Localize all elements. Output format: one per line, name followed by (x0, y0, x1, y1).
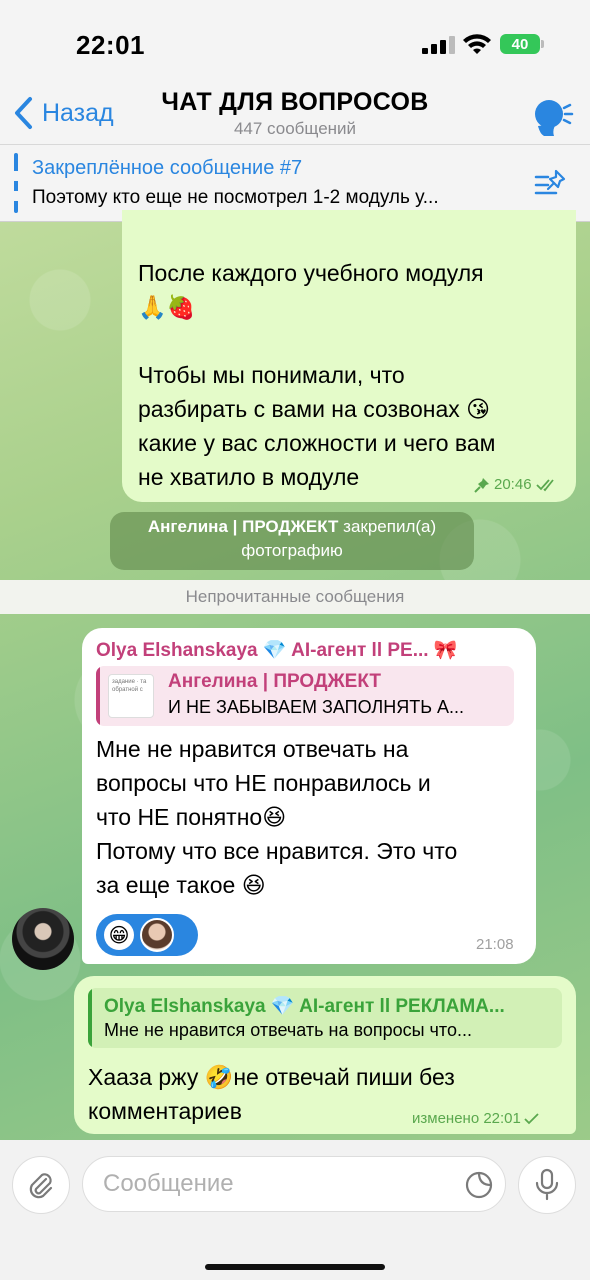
message-line: разбирать с вами на созвонах 😘 (138, 396, 491, 422)
pin-icon (474, 477, 489, 493)
sender-name[interactable]: Olya Elshanskaya 💎 AI-агент ll PE... 🎀 (96, 638, 458, 662)
status-time: 22:01 (76, 30, 145, 60)
message-line: 🙏🍓 (138, 294, 196, 320)
check-icon (524, 1112, 539, 1124)
microphone-icon (535, 1168, 559, 1201)
message-line: какие у вас сложности и чего вам (138, 430, 496, 456)
message-meta: изменено 22:01 (412, 1110, 540, 1127)
sender-avatar[interactable] (12, 908, 74, 970)
outgoing-message[interactable]: Olya Elshanskaya 💎 AI-агент ll РЕКЛАМА..… (74, 976, 576, 1134)
pinned-text: Поэтому кто еще не посмотрел 1-2 модуль … (32, 187, 439, 208)
chat-header: Назад ЧАТ ДЛЯ ВОПРОСОВ 447 сообщений (0, 88, 590, 144)
reply-author: Olya Elshanskaya 💎 AI-агент ll РЕКЛАМА..… (104, 996, 505, 1017)
reply-stripe (88, 988, 92, 1048)
voice-record-button[interactable] (518, 1156, 576, 1214)
message-composer (0, 1140, 590, 1280)
pinned-indicator (14, 153, 18, 213)
sticker-icon[interactable] (464, 1170, 494, 1200)
message-line: Потому что все нравится. Это что (96, 838, 458, 864)
system-author[interactable]: Ангелина | ПРОДЖЕКТ (148, 517, 339, 536)
reply-thumbnail: задание · та обратной с (108, 674, 154, 718)
message-line: вопросы что НЕ понравилось и (96, 770, 431, 796)
message-line: Мне не нравится отвечать на (96, 736, 409, 762)
message-time: 21:08 (476, 936, 514, 953)
outgoing-message[interactable]: После каждого учебного модуля 🙏🍓 Чтобы м… (122, 210, 576, 502)
system-object[interactable]: фотографию (241, 541, 342, 560)
message-line: что НЕ понятно😆 (96, 804, 287, 830)
message-edited-time: изменено 22:01 (412, 1110, 521, 1127)
pinned-title: Закреплённое сообщение #7 (32, 157, 303, 179)
reply-stripe (96, 666, 100, 726)
double-check-icon (535, 478, 554, 491)
reply-preview[interactable]: задание · та обратной с Ангелина | ПРОДЖ… (96, 666, 514, 726)
message-time: 20:46 (494, 476, 532, 493)
chat-title[interactable]: ЧАТ ДЛЯ ВОПРОСОВ (0, 88, 590, 117)
reactor-avatar (140, 918, 174, 952)
battery-icon: 40 (500, 34, 544, 54)
status-bar: 22:01 40 (0, 0, 590, 88)
reaction-chip[interactable]: 😁 (96, 914, 198, 956)
message-line: за еще такое 😆 (96, 872, 266, 898)
reply-text: Мне не нравится отвечать на вопросы что.… (104, 1020, 472, 1040)
system-message: Ангелина | ПРОДЖЕКТ закрепил(а) фотограф… (110, 512, 474, 570)
system-action: закрепил(а) (338, 517, 437, 536)
group-avatar-icon[interactable] (530, 94, 574, 138)
attach-button[interactable] (12, 1156, 70, 1214)
home-indicator (205, 1264, 385, 1270)
reply-preview[interactable]: Olya Elshanskaya 💎 AI-агент ll РЕКЛАМА..… (88, 988, 562, 1048)
reply-author: Ангелина | ПРОДЖЕКТ (168, 671, 382, 692)
message-line: После каждого учебного модуля (138, 260, 484, 286)
message-input[interactable] (82, 1156, 506, 1212)
reply-text: И НЕ ЗАБЫВАЕМ ЗАПОЛНЯТЬ А... (168, 697, 465, 717)
wifi-icon (463, 34, 491, 54)
unread-divider: Непрочитанные сообщения (0, 580, 590, 614)
chat-subtitle: 447 сообщений (233, 119, 357, 138)
reaction-emoji: 😁 (104, 920, 134, 950)
paperclip-icon (29, 1173, 53, 1199)
message-meta: 20:46 (474, 476, 558, 493)
pinned-list-icon[interactable] (532, 165, 570, 203)
cellular-signal-icon (422, 36, 456, 54)
message-line: Хааза ржу 🤣не отвечай пиши без (88, 1064, 455, 1090)
message-line: Чтобы мы понимали, что (138, 362, 405, 388)
